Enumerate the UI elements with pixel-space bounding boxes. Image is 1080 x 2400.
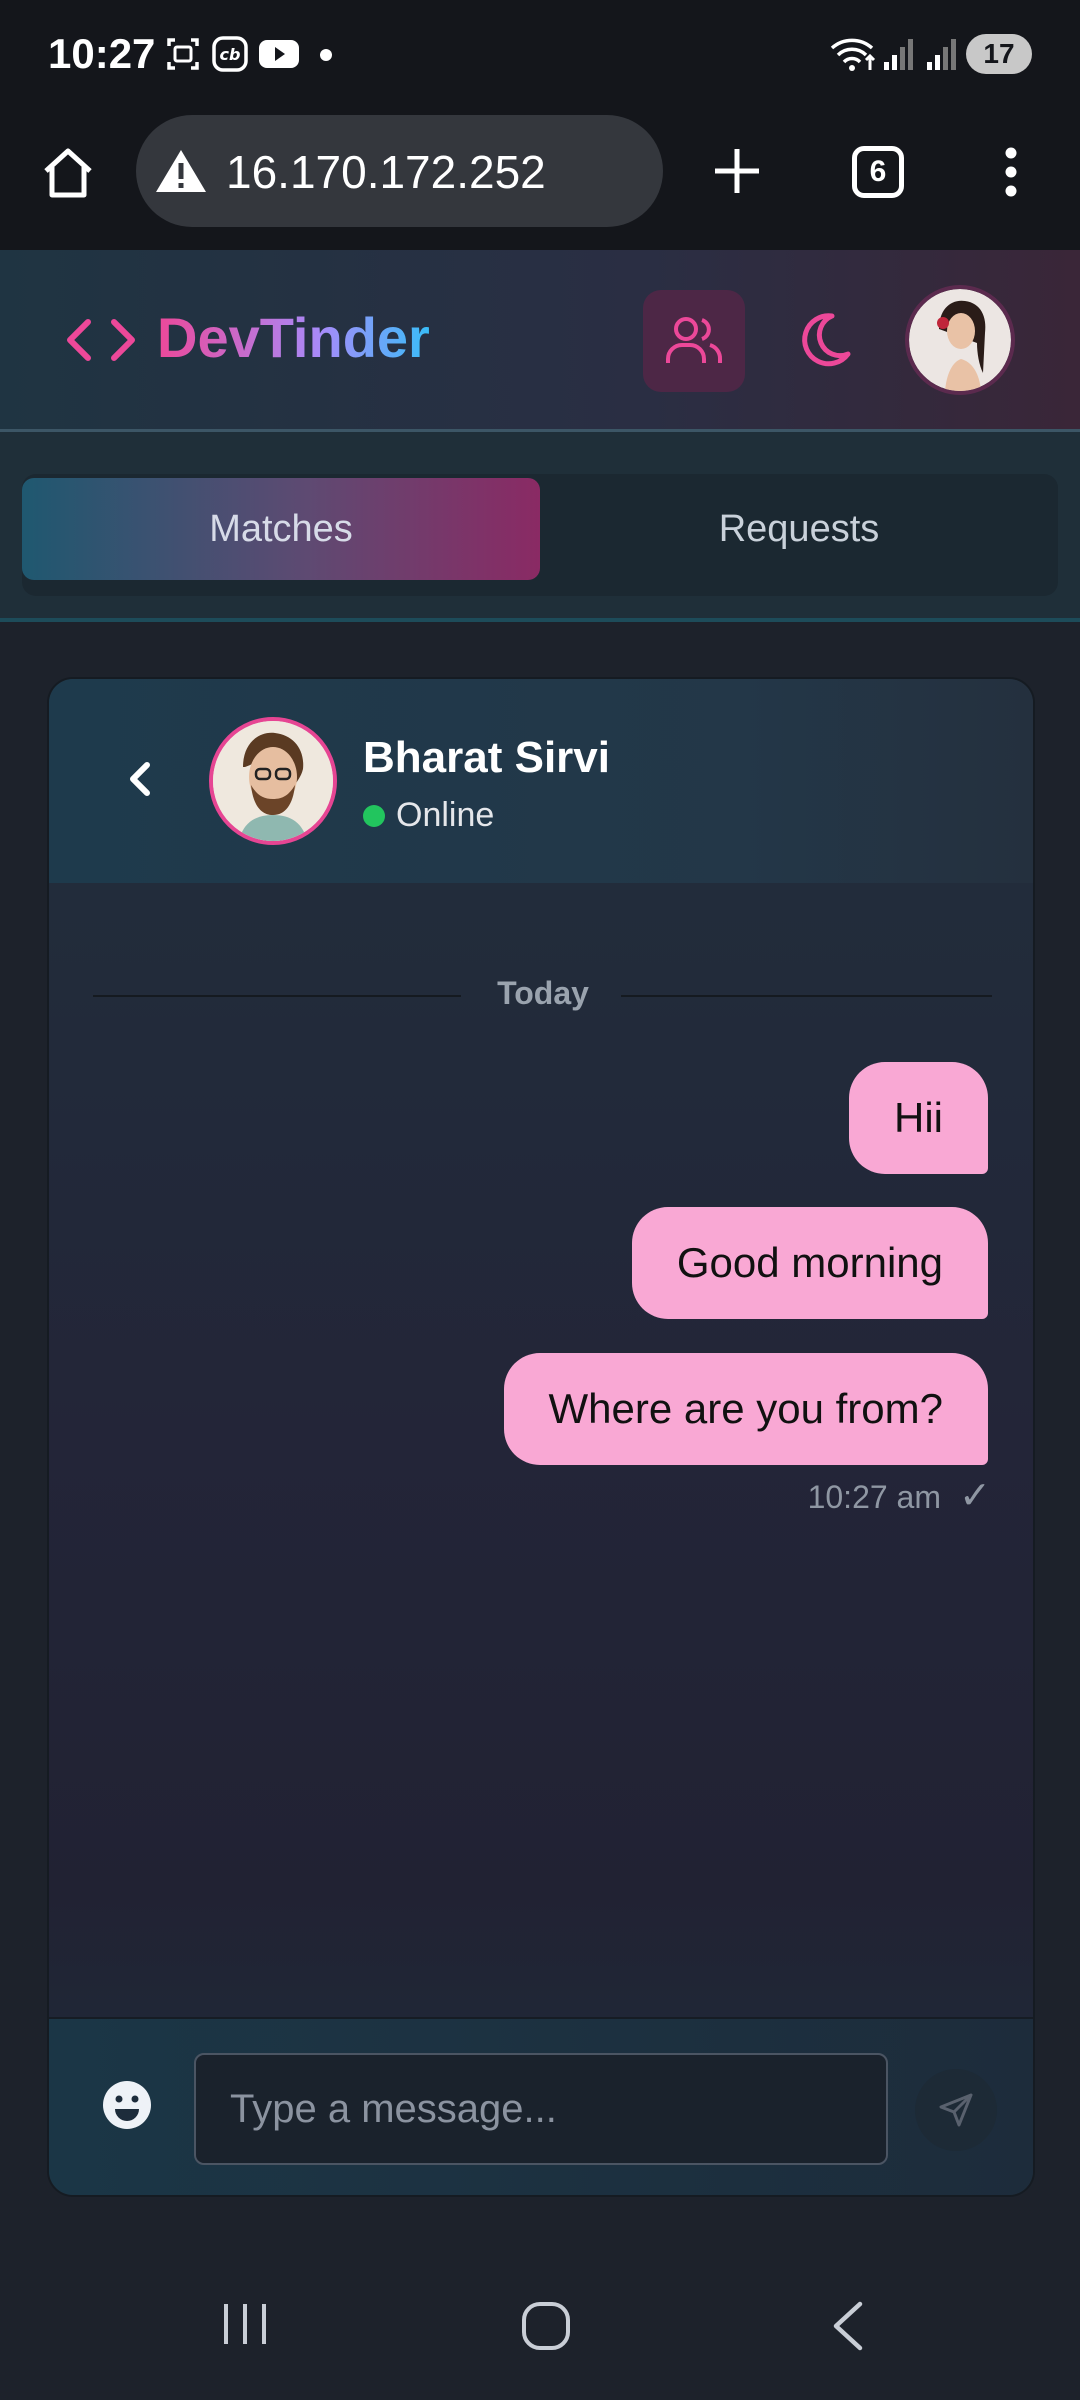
wifi-icon	[830, 38, 876, 71]
youtube-icon	[259, 40, 299, 68]
dot-icon	[320, 49, 332, 61]
message-time: 10:27 am	[807, 1479, 941, 1515]
message-bubble[interactable]: Where are you from?	[503, 1353, 988, 1465]
app-header: DevTinder	[0, 250, 1080, 432]
message-input[interactable]	[194, 2053, 888, 2165]
tabs-section: Matches Requests	[0, 432, 1080, 622]
screenshot-icon	[167, 38, 199, 70]
online-status-dot	[363, 805, 385, 827]
read-check-icon: ✓	[959, 1475, 991, 1517]
moon-icon[interactable]	[790, 308, 854, 372]
user-avatar-image	[909, 289, 1011, 391]
code-icon	[67, 319, 135, 361]
contact-status: Online	[396, 796, 495, 834]
tab-matches[interactable]: Matches	[22, 478, 540, 580]
more-vertical-icon[interactable]	[1000, 146, 1022, 198]
url-text[interactable]: 16.170.172.252	[226, 145, 546, 199]
contact-avatar[interactable]	[209, 717, 337, 845]
connections-button[interactable]	[643, 290, 745, 392]
plus-icon[interactable]	[712, 146, 762, 196]
address-bar[interactable]: 16.170.172.252	[136, 115, 663, 227]
home-circle-icon[interactable]	[520, 2300, 572, 2352]
signal-icon	[884, 39, 913, 70]
home-icon[interactable]	[40, 145, 96, 201]
back-icon[interactable]	[828, 2300, 868, 2352]
cb-app-icon: cb	[212, 36, 248, 72]
svg-text:cb: cb	[220, 45, 241, 64]
contact-name: Bharat Sirvi	[363, 733, 610, 782]
message-bubble[interactable]: Hii	[849, 1062, 988, 1174]
message-composer	[49, 2017, 1033, 2195]
message-bubble[interactable]: Good morning	[631, 1207, 988, 1319]
send-button[interactable]	[915, 2069, 997, 2151]
emoji-icon[interactable]	[101, 2079, 153, 2131]
users-icon	[666, 317, 722, 363]
logo-text[interactable]: DevTinder	[157, 305, 430, 370]
status-bar: 10:27 cb 17	[0, 0, 1080, 110]
chevron-left-icon[interactable]	[125, 759, 155, 799]
system-nav-bar	[0, 2240, 1080, 2400]
warning-icon[interactable]	[154, 147, 208, 195]
user-avatar[interactable]	[905, 285, 1015, 395]
tab-bar: Matches Requests	[22, 474, 1058, 596]
status-time: 10:27	[48, 30, 156, 77]
contact-avatar-image	[213, 721, 333, 841]
recent-apps-icon[interactable]	[220, 2300, 270, 2348]
battery-indicator: 17	[966, 34, 1032, 74]
tabs-button[interactable]: 6	[852, 146, 904, 198]
chat-window: Bharat Sirvi Online Today Hii Good morni…	[47, 677, 1035, 2197]
chat-header: Bharat Sirvi Online	[49, 679, 1033, 883]
send-icon	[939, 2093, 973, 2127]
browser-toolbar: 16.170.172.252 6	[0, 110, 1080, 250]
signal-icon	[927, 39, 956, 70]
date-divider: Today	[497, 975, 589, 1011]
divider-line-right	[621, 995, 992, 997]
tab-requests[interactable]: Requests	[540, 478, 1058, 580]
